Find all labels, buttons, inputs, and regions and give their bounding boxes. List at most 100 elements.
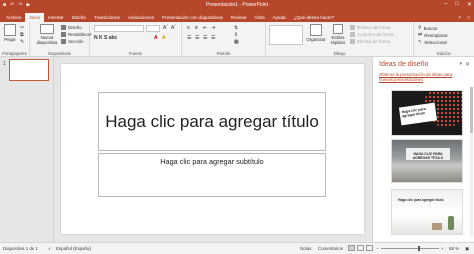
reset-icon (61, 32, 66, 37)
clipboard-group-label: Portapapeles (2, 51, 27, 56)
font-size-select[interactable] (146, 25, 160, 32)
design-idea-1[interactable]: Haga clic para agregar título (391, 90, 463, 136)
paste-icon (4, 24, 16, 36)
text-direction-icon[interactable]: ⇅ (234, 25, 238, 31)
format-buttons[interactable]: N K S abc (94, 35, 117, 41)
design-ideas-title: Ideas de diseño (379, 61, 429, 68)
paste-button[interactable]: Pegar (2, 24, 18, 42)
title-placeholder[interactable]: Haga clic para agregar título (98, 92, 326, 151)
zoom-slider[interactable] (381, 248, 439, 249)
tab-inicio[interactable]: Inicio (25, 13, 45, 22)
shape-fill-button[interactable]: Relleno de forma (350, 25, 390, 30)
tab-ayuda[interactable]: Ayuda (269, 13, 290, 22)
language-indicator[interactable]: Español (España) (56, 246, 91, 251)
tab-diseno[interactable]: Diseño (68, 13, 90, 22)
find-icon: ⚲ (418, 25, 422, 31)
reading-view-icon[interactable] (366, 245, 373, 251)
shrink-font-icon[interactable]: Aˇ (171, 25, 176, 31)
ideas-scrollbar[interactable] (470, 87, 473, 237)
slide-editor: Haga clic para agregar título Haga clic … (55, 57, 372, 242)
quick-styles-button[interactable]: Estilos rápidos (328, 24, 348, 45)
arrange-label: Organizar (306, 37, 326, 42)
drawing-group: Organizar Estilos rápidos Relleno de for… (266, 22, 414, 57)
arrange-icon (310, 24, 322, 36)
idea-1-caption: Haga clic para agregar título (401, 106, 427, 119)
find-button[interactable]: ⚲ Buscar (418, 25, 437, 31)
shapes-gallery[interactable] (269, 25, 303, 45)
slide-thumbnail[interactable] (9, 59, 49, 81)
close-icon[interactable]: ✕ (467, 1, 472, 8)
tab-transiciones[interactable]: Transiciones (90, 13, 124, 22)
fit-to-window-icon[interactable]: ▣ (465, 246, 469, 252)
comments-button[interactable]: Comentarios (318, 246, 343, 251)
grow-font-icon[interactable]: Aˆ (163, 25, 168, 31)
subtitle-placeholder[interactable]: Haga clic para agregar subtítulo (98, 153, 326, 197)
zoom-out-icon[interactable]: − (376, 246, 379, 251)
zoom-slider-knob[interactable] (418, 246, 420, 251)
notes-button[interactable]: Notas (300, 246, 311, 251)
numbering-icon[interactable]: ≢ (195, 25, 200, 31)
align-center-icon[interactable]: ☰ (195, 35, 199, 41)
ribbon-right-tools: ↗ □ (457, 13, 474, 22)
highlight-icon[interactable]: A (162, 35, 166, 41)
tab-archivo[interactable]: Archivo (2, 13, 25, 22)
restore-icon[interactable]: □ (455, 1, 459, 8)
tab-vista[interactable]: Vista (251, 13, 269, 22)
paste-label: Pegar (4, 37, 16, 42)
ribbon: Pegar ✂ ⧉ ✎ Portapapeles Nueva diapositi… (0, 22, 474, 57)
smartart-icon[interactable]: ▦ (234, 39, 239, 45)
tab-presentacion[interactable]: Presentación con diapositivas (158, 13, 227, 22)
format-painter-icon[interactable]: ✎ (20, 39, 24, 45)
tell-me-search[interactable]: ¿Qué desea hacer? (290, 13, 339, 22)
tab-revisar[interactable]: Revisar (227, 13, 251, 22)
select-icon: ↖ (418, 39, 423, 45)
layout-button[interactable]: Diseño (61, 25, 82, 30)
status-bar: Diapositiva 1 de 1 ✓ Español (España) No… (0, 242, 474, 254)
reset-button[interactable]: Restablecer (61, 32, 91, 37)
tab-insertar[interactable]: Insertar (44, 13, 68, 22)
window-title: Presentación1 - PowerPoint (206, 2, 268, 8)
increase-indent-icon[interactable]: ⇥ (211, 25, 215, 31)
paragraph-group: ≡ ≢ ⇤ ⇥ ☰ ☰ ☰ ☰ ⇅ ⇕ ▦ Párrafo (182, 22, 266, 57)
bullets-icon[interactable]: ≡ (187, 25, 190, 31)
slide-canvas[interactable]: Haga clic para agregar título Haga clic … (61, 64, 364, 234)
design-ideas-pane: Ideas de diseño ▾ ✕ Obtener la presentac… (372, 57, 474, 242)
slide-sorter-icon[interactable] (357, 245, 364, 251)
tab-animaciones[interactable]: Animaciones (124, 13, 158, 22)
design-ideas-link[interactable]: Obtener la presentación de ideas para nu… (379, 72, 467, 82)
shape-effects-button[interactable]: Efectos de forma (350, 39, 390, 44)
align-text-icon[interactable]: ⇕ (234, 32, 238, 38)
layout-label: Diseño (68, 25, 82, 30)
share-icon[interactable]: ↗ (457, 13, 461, 22)
design-idea-2[interactable]: HAGA CLIC PARA AGREGAR TÍTULO (391, 139, 463, 183)
align-left-icon[interactable]: ☰ (187, 35, 191, 41)
title-bar: ■ ↶ ↷ ▶ Presentación1 - PowerPoint – □ ✕ (0, 0, 474, 12)
pane-options-icon[interactable]: ▾ (459, 61, 462, 67)
replace-button[interactable]: ⇄ Reemplazar (418, 32, 448, 38)
decrease-indent-icon[interactable]: ⇤ (203, 25, 207, 31)
shape-fill-icon (350, 25, 355, 30)
justify-icon[interactable]: ☰ (211, 35, 215, 41)
spellcheck-icon[interactable]: ✓ (48, 246, 52, 252)
section-button[interactable]: Sección (61, 39, 84, 44)
section-label: Sección (68, 39, 84, 44)
shape-fill-label: Relleno de forma (357, 25, 391, 30)
cut-icon[interactable]: ✂ (20, 25, 24, 31)
copy-icon[interactable]: ⧉ (20, 32, 24, 38)
shape-effects-icon (350, 39, 355, 44)
align-right-icon[interactable]: ☰ (203, 35, 207, 41)
minimize-icon[interactable]: – (444, 1, 447, 8)
new-slide-button[interactable]: Nueva diapositiva (36, 24, 58, 45)
close-icon[interactable]: ✕ (465, 61, 470, 68)
shape-outline-button[interactable]: Contorno de forma (350, 32, 394, 37)
zoom-in-icon[interactable]: + (441, 246, 444, 251)
font-color-icon[interactable]: A (154, 35, 158, 41)
select-button[interactable]: ↖ Seleccionar (418, 39, 447, 45)
font-name-select[interactable] (94, 25, 144, 32)
ideas-scrollbar-thumb[interactable] (470, 87, 473, 133)
arrange-button[interactable]: Organizar (306, 24, 326, 42)
design-idea-3[interactable]: Haga clic para agregar título (391, 189, 463, 235)
comment-icon[interactable]: □ (467, 13, 470, 22)
normal-view-icon[interactable] (348, 245, 355, 251)
zoom-level[interactable]: 68 % (449, 246, 459, 251)
